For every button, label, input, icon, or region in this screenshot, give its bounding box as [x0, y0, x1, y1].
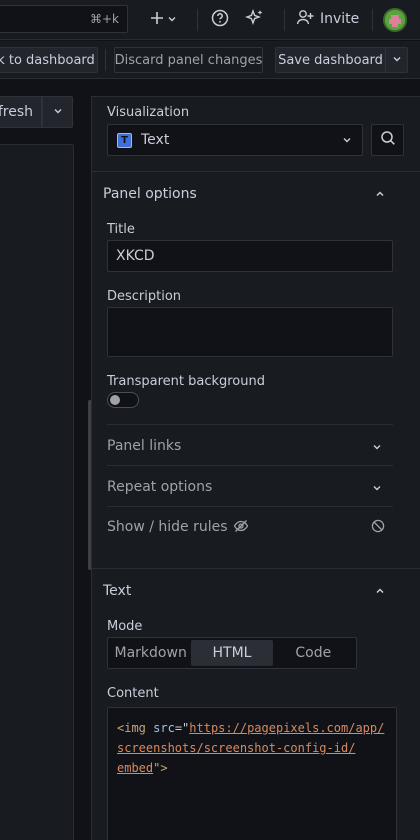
- chevron-down-icon[interactable]: [372, 440, 382, 456]
- title-value: XKCD: [116, 248, 155, 264]
- ban-icon[interactable]: [371, 519, 385, 537]
- divider: [92, 171, 420, 172]
- content-editor[interactable]: <img src="https://pagepixels.com/app/ sc…: [107, 707, 397, 840]
- discard-panel-changes-button[interactable]: Discard panel changes: [114, 47, 263, 73]
- content-label: Content: [107, 686, 159, 701]
- search-shortcut: ⌘+k: [89, 12, 119, 26]
- mode-selector: Markdown HTML Code: [107, 637, 357, 669]
- assistant-button[interactable]: [243, 8, 267, 32]
- toggle-knob: [110, 395, 120, 405]
- text-section-header[interactable]: Text: [103, 583, 131, 599]
- search-icon: [380, 130, 396, 150]
- chevron-down-icon[interactable]: [372, 481, 382, 497]
- visualization-label: Visualization: [107, 105, 190, 120]
- help-button[interactable]: [208, 8, 232, 32]
- back-to-dashboard-button[interactable]: k to dashboard: [0, 47, 98, 73]
- chevron-down-icon: [342, 135, 352, 145]
- save-label: Save dashboard: [278, 52, 383, 68]
- sparkle-icon: [244, 8, 265, 32]
- new-button[interactable]: [150, 9, 184, 31]
- save-options-dropdown[interactable]: [385, 47, 408, 73]
- title-input[interactable]: XKCD: [107, 240, 393, 272]
- search-input[interactable]: ⌘+k: [0, 5, 128, 33]
- description-label: Description: [107, 289, 182, 304]
- code-tag-close: ">: [153, 761, 168, 775]
- mode-option-markdown[interactable]: Markdown: [110, 640, 191, 666]
- divider: [107, 506, 393, 507]
- refresh-label: fresh: [0, 104, 33, 120]
- visualization-selected: Text: [141, 132, 170, 148]
- invite-button[interactable]: Invite: [296, 9, 359, 29]
- chevron-up-icon[interactable]: [374, 188, 386, 204]
- show-hide-rules-header[interactable]: Show / hide rules: [107, 519, 228, 535]
- title-label: Title: [107, 222, 135, 237]
- divider: [107, 424, 393, 425]
- chevron-down-icon: [167, 12, 177, 28]
- plus-icon: [150, 11, 164, 29]
- mode-option-html[interactable]: HTML: [191, 640, 273, 666]
- transparent-background-toggle[interactable]: [107, 392, 139, 408]
- invite-label: Invite: [320, 11, 360, 27]
- avatar[interactable]: [383, 8, 407, 32]
- back-to-dashboard-label: k to dashboard: [0, 52, 95, 68]
- code-url-line3: embed: [117, 761, 154, 775]
- code-url-line1: https://pagepixels.com/app/: [189, 721, 385, 735]
- save-dashboard-button[interactable]: Save dashboard: [275, 47, 386, 73]
- panel-links-header[interactable]: Panel links: [107, 438, 181, 454]
- visualization-picker[interactable]: T Text: [107, 124, 363, 156]
- transparent-background-label: Transparent background: [107, 374, 265, 389]
- discard-label: Discard panel changes: [114, 52, 263, 68]
- mode-label: Mode: [107, 619, 143, 634]
- chevron-down-icon: [392, 53, 402, 68]
- divider: [372, 9, 373, 31]
- description-textarea[interactable]: [107, 307, 393, 357]
- panel-options-header[interactable]: Panel options: [103, 186, 197, 202]
- code-tag-open: <img: [117, 721, 146, 735]
- text-viz-icon: T: [117, 132, 132, 148]
- divider: [197, 9, 198, 31]
- panel-edit-toolbar: k to dashboard Discard panel changes Sav…: [0, 41, 420, 79]
- help-icon: [211, 9, 229, 31]
- top-bar: ⌘+k Invite: [0, 0, 420, 40]
- chevron-down-icon: [53, 104, 63, 120]
- code-attr: src: [153, 721, 175, 735]
- divider: [284, 9, 285, 31]
- code-url-line2: screenshots/screenshot-config-id/: [117, 741, 356, 755]
- repeat-options-header[interactable]: Repeat options: [107, 479, 212, 495]
- refresh-interval-dropdown[interactable]: [42, 96, 73, 128]
- add-user-icon: [296, 9, 314, 29]
- refresh-button[interactable]: fresh: [0, 96, 42, 128]
- divider: [107, 465, 393, 466]
- code-eq: =": [174, 721, 190, 735]
- divider: [105, 49, 106, 71]
- divider: [92, 568, 420, 569]
- mode-option-code[interactable]: Code: [273, 640, 354, 666]
- eye-slash-icon: [233, 518, 249, 538]
- panel-preview: [0, 144, 74, 840]
- chevron-up-icon[interactable]: [374, 585, 386, 601]
- search-options-button[interactable]: [371, 124, 404, 156]
